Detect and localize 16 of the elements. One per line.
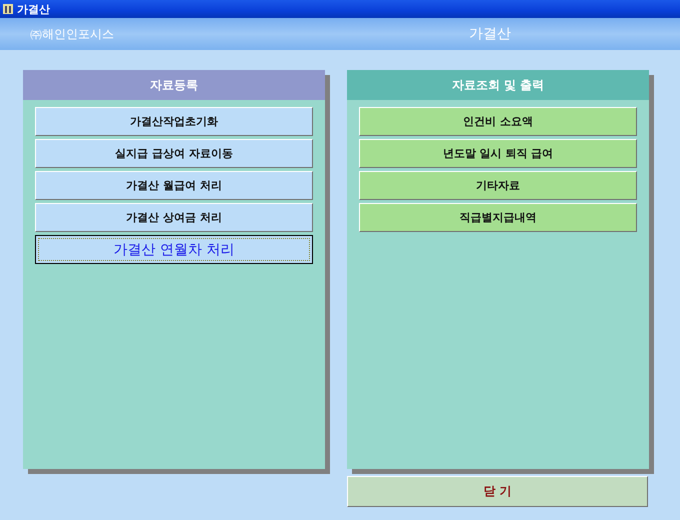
menu-button[interactable]: 가결산 월급여 처리 [35,171,313,200]
menu-button[interactable]: 직급별지급내역 [359,203,637,232]
menu-button[interactable]: 실지급 급상여 자료이동 [35,139,313,168]
app-icon [2,3,14,15]
menu-button[interactable]: 가결산 연월차 처리 [35,235,313,264]
page-title: 가결산 [469,25,511,43]
close-button[interactable]: 닫 기 [347,476,648,507]
panel-title: 자료등록 [23,70,325,100]
panel-title: 자료조회 및 출력 [347,70,649,100]
menu-button[interactable]: 년도말 일시 퇴직 급여 [359,139,637,168]
menu-button[interactable]: 가결산 상여금 처리 [35,203,313,232]
company-name: ㈜해인인포시스 [29,26,114,42]
menu-button[interactable]: 가결산작업초기화 [35,107,313,136]
menu-button[interactable]: 인건비 소요액 [359,107,637,136]
window-title: 가결산 [17,2,50,16]
menu-button[interactable]: 기타자료 [359,171,637,200]
